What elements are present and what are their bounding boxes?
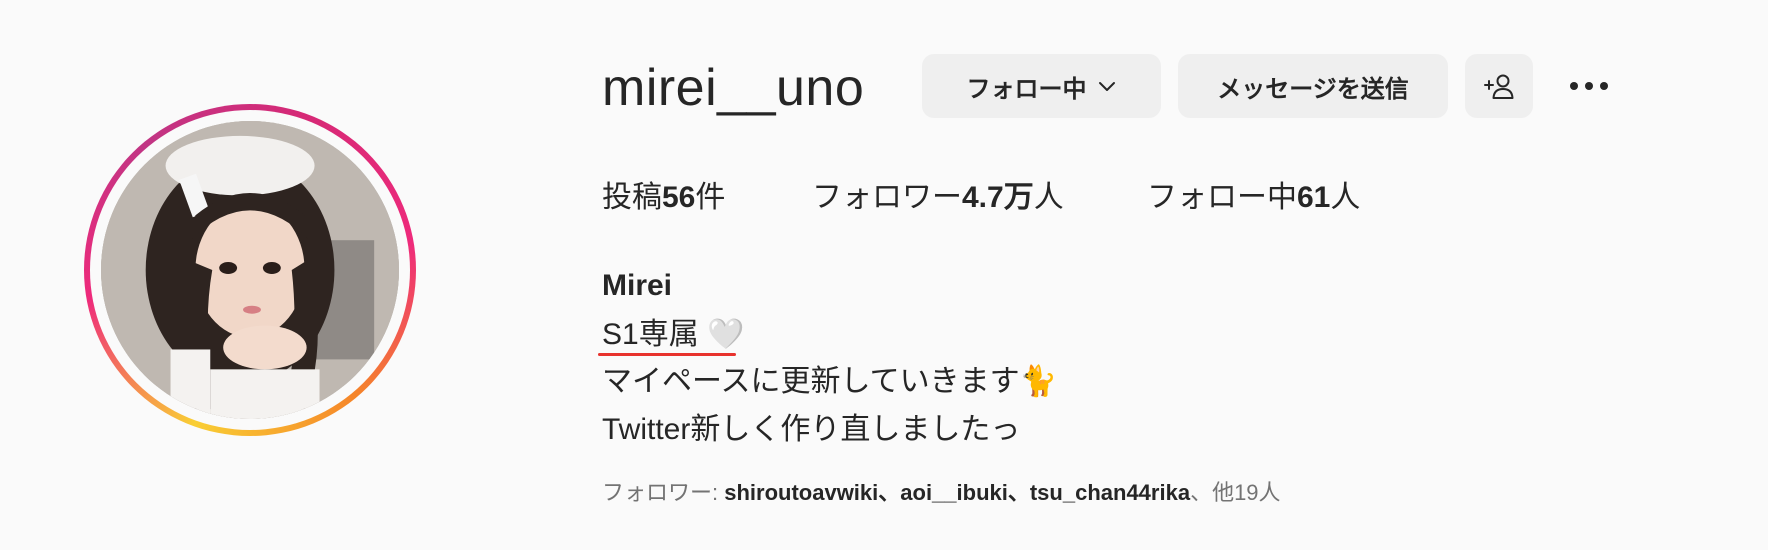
chevron-down-icon <box>1098 82 1115 91</box>
mutual-followers-names: shiroutoavwiki、aoi__ibuki、tsu_chan44rika <box>724 480 1191 505</box>
mutual-followers-prefix: フォロワー: <box>602 480 725 505</box>
annotation-underline <box>598 353 736 356</box>
profile-avatar[interactable] <box>101 121 399 419</box>
profile-full-name: Mirei <box>602 269 673 302</box>
profile-page: mirei__uno フォロー中 メッセージを送信 投稿56件 フォロワー4.7… <box>0 0 1768 550</box>
send-message-button[interactable]: メッセージを送信 <box>1178 54 1448 118</box>
bio-line-2: マイペースに更新していきます🐈 <box>602 365 1057 398</box>
profile-username: mirei__uno <box>602 59 865 117</box>
mutual-followers-suffix: 、他19人 <box>1190 480 1281 505</box>
followers-count-link[interactable]: フォロワー4.7万人 <box>812 178 1064 218</box>
suggested-users-button[interactable] <box>1465 54 1533 118</box>
avatar-photo <box>101 121 399 419</box>
bio-line-3: Twitter新しく作り直しましたっ <box>602 413 1021 446</box>
more-horizontal-icon <box>1570 82 1578 90</box>
bio-line-1: S1専属 🤍 <box>602 318 745 351</box>
send-message-label: メッセージを送信 <box>1217 75 1409 103</box>
story-ring[interactable] <box>84 104 416 436</box>
following-button-label: フォロー中 <box>966 75 1087 103</box>
add-user-icon <box>1484 74 1514 99</box>
mutual-followers-link[interactable]: フォロワー: shiroutoavwiki、aoi__ibuki、tsu_cha… <box>602 478 1281 508</box>
posts-count: 投稿56件 <box>602 181 726 214</box>
following-dropdown-button[interactable]: フォロー中 <box>922 54 1161 118</box>
more-options-button[interactable] <box>1564 70 1614 102</box>
following-count-link[interactable]: フォロー中61人 <box>1147 178 1360 218</box>
